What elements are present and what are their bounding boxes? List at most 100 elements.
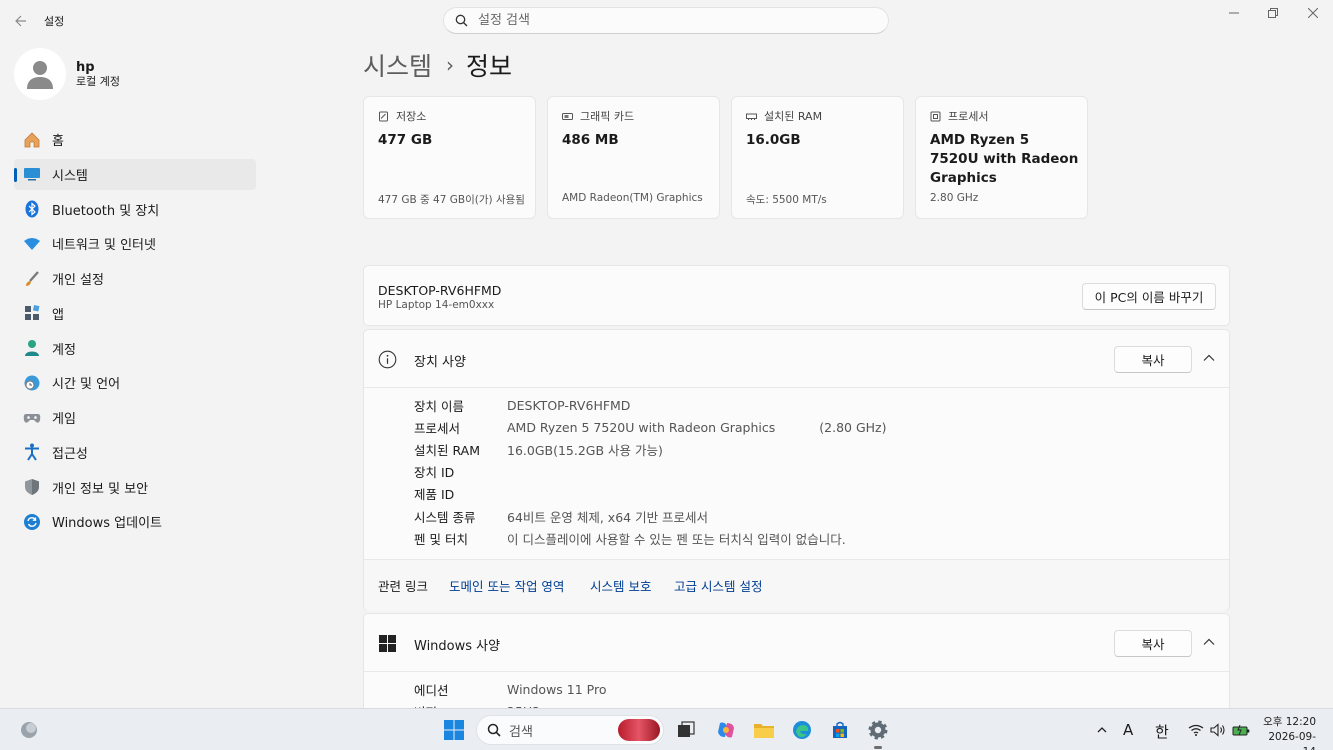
taskbar-clock[interactable]: 오후 12:20 2026-09-14: [1258, 715, 1316, 750]
summary-cards: 저장소 477 GB 477 GB 중 47 GB이(가) 사용됨 그래픽 카드…: [363, 96, 1088, 219]
chevron-up-icon[interactable]: [1202, 635, 1216, 649]
show-hidden-icons-button[interactable]: [1089, 717, 1115, 743]
sidebar-item-label: 접근성: [52, 446, 88, 462]
breadcrumb: 시스템 › 정보: [363, 47, 512, 83]
back-arrow-icon: [15, 15, 26, 27]
taskbar-search[interactable]: 검색: [476, 715, 664, 745]
sidebar-nav: 홈 시스템 Bluetooth 및 장치 네트워크 및 인터넷 개인 설정 앱 …: [14, 124, 256, 541]
sidebar-item-label: 개인 설정: [52, 273, 104, 288]
copilot-button[interactable]: [713, 717, 739, 743]
taskbar: 검색 A 한 오후 12:20 2026-09-14: [0, 708, 1333, 750]
sidebar-item-privacy[interactable]: 개인 정보 및 보안: [14, 472, 256, 503]
link-domain-workgroup[interactable]: 도메인 또는 작업 영역: [449, 576, 564, 595]
link-system-protection[interactable]: 시스템 보호: [590, 576, 651, 595]
quick-settings-button[interactable]: [1182, 717, 1256, 743]
link-advanced-system-settings[interactable]: 고급 시스템 설정: [674, 576, 762, 595]
spec-row-device-id: 장치 ID: [414, 461, 887, 483]
card-title: 프로세서: [948, 110, 989, 123]
windows-start-icon: [444, 720, 464, 740]
task-view-icon: [678, 721, 695, 737]
spec-label: 장치 이름: [414, 398, 464, 414]
profile-name: hp: [76, 59, 95, 75]
pc-name-panel: DESKTOP-RV6HFMD HP Laptop 14-em0xxx 이 PC…: [363, 265, 1230, 326]
device-specs-title: 장치 사양: [414, 355, 466, 370]
ram-icon: [746, 113, 757, 120]
active-app-indicator: [874, 746, 882, 749]
spec-row-processor: 프로세서 AMD Ryzen 5 7520U with Radeon Graph…: [414, 416, 887, 438]
sidebar-item-bluetooth[interactable]: Bluetooth 및 장치: [14, 194, 256, 225]
minimize-button[interactable]: [1214, 4, 1254, 22]
system-icon: [22, 164, 42, 184]
device-specs-header[interactable]: 장치 사양 복사: [364, 330, 1229, 388]
edge-button[interactable]: [789, 717, 815, 743]
sidebar-item-personalization[interactable]: 개인 설정: [14, 263, 256, 294]
spec-value: 16.0GB(15.2GB 사용 가능): [507, 442, 663, 458]
store-icon: [833, 721, 847, 738]
sidebar-item-network[interactable]: 네트워크 및 인터넷: [14, 228, 256, 259]
chevron-up-icon: [1097, 727, 1107, 733]
search-icon: [487, 723, 501, 737]
copilot-icon: [718, 722, 734, 738]
windows-specs-title: Windows 사양: [414, 639, 501, 654]
sidebar-item-home[interactable]: 홈: [14, 124, 256, 155]
settings-search[interactable]: [443, 7, 889, 34]
sidebar-item-label: 계정: [52, 342, 76, 358]
battery-charging-icon: [1232, 724, 1250, 736]
sidebar-item-accounts[interactable]: 계정: [14, 333, 256, 364]
file-explorer-button[interactable]: [751, 717, 777, 743]
card-subtitle: 477 GB 중 47 GB이(가) 사용됨: [378, 194, 525, 206]
restore-icon: [1268, 8, 1278, 18]
sidebar-item-label: 앱: [52, 307, 64, 323]
close-button[interactable]: [1293, 4, 1333, 22]
info-icon: [378, 350, 397, 369]
sidebar-item-accessibility[interactable]: 접근성: [14, 437, 256, 468]
card-value: 16.0GB: [746, 132, 801, 148]
wifi-icon: [22, 234, 42, 254]
user-profile[interactable]: hp 로컬 계정: [14, 48, 120, 100]
related-links: 관련 링크 도메인 또는 작업 영역 시스템 보호 고급 시스템 설정: [364, 559, 1229, 611]
store-button[interactable]: [827, 717, 853, 743]
ime-mode-indicator[interactable]: A: [1123, 721, 1133, 739]
user-icon: [27, 61, 53, 89]
back-button[interactable]: [10, 10, 32, 32]
sidebar-item-label: 시간 및 언어: [52, 377, 121, 393]
minimize-icon: [1229, 12, 1239, 14]
sidebar-item-gaming[interactable]: 게임: [14, 402, 256, 433]
settings-search-input[interactable]: [478, 13, 858, 28]
ram-card: 설치된 RAM 16.0GB 속도: 5500 MT/s: [731, 96, 904, 219]
card-subtitle: 속도: 5500 MT/s: [746, 194, 827, 206]
gear-icon: [868, 720, 888, 740]
gamepad-icon: [22, 408, 42, 428]
widgets-button[interactable]: [16, 717, 42, 743]
card-subtitle: 2.80 GHz: [930, 192, 979, 204]
sidebar-item-windows-update[interactable]: Windows 업데이트: [14, 506, 256, 537]
windows-logo-icon: [379, 635, 396, 652]
sidebar-item-system[interactable]: 시스템: [14, 158, 256, 190]
chevron-up-icon[interactable]: [1202, 351, 1216, 365]
ime-language-indicator[interactable]: 한: [1155, 721, 1169, 742]
sidebar-item-label: Bluetooth 및 장치: [52, 203, 160, 219]
windows-specs-header[interactable]: Windows 사양 복사: [364, 614, 1229, 672]
title-bar: 설정: [0, 0, 1333, 40]
breadcrumb-parent[interactable]: 시스템: [363, 47, 432, 83]
volume-icon: [1210, 723, 1225, 737]
restore-button[interactable]: [1253, 4, 1293, 22]
spec-value: 이 디스플레이에 사용할 수 있는 펜 또는 터치식 입력이 없습니다.: [507, 531, 846, 547]
settings-app-button[interactable]: [865, 717, 891, 743]
sidebar-item-apps[interactable]: 앱: [14, 298, 256, 329]
apps-icon: [22, 303, 42, 323]
copy-windows-specs-button[interactable]: 복사: [1114, 630, 1192, 657]
update-icon: [22, 512, 42, 532]
rename-pc-button[interactable]: 이 PC의 이름 바꾸기: [1082, 283, 1216, 310]
folder-icon: [754, 724, 774, 738]
copy-device-specs-button[interactable]: 복사: [1114, 346, 1192, 373]
bluetooth-icon: [22, 199, 42, 219]
task-view-button[interactable]: [673, 717, 699, 743]
spec-value: AMD Ryzen 5 7520U with Radeon Graphics: [507, 419, 776, 435]
sidebar-item-time-language[interactable]: 시간 및 언어: [14, 367, 256, 398]
spec-label: 설치된 RAM: [414, 442, 480, 458]
page-title: 정보: [466, 52, 513, 81]
wifi-icon: [1188, 724, 1204, 736]
card-value: AMD Ryzen 5 7520U with Radeon Graphics: [930, 132, 1079, 186]
start-button[interactable]: [441, 717, 467, 743]
